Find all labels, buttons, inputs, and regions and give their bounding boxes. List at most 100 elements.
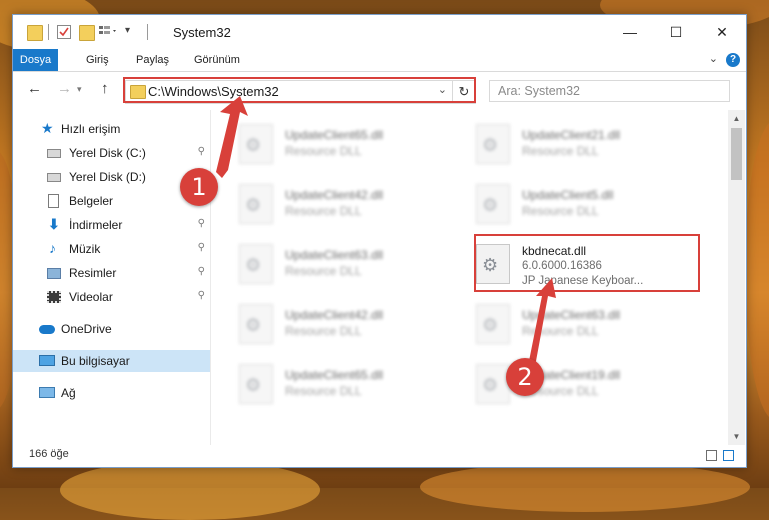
sidebar-item-label: Resimler bbox=[69, 266, 117, 280]
star-icon: ★ bbox=[41, 120, 54, 136]
dll-file-icon bbox=[476, 184, 510, 224]
up-button[interactable]: ↑ bbox=[101, 80, 109, 97]
scrollbar-thumb[interactable] bbox=[731, 128, 742, 180]
tiles-view-icon[interactable] bbox=[723, 450, 734, 461]
background-leaf bbox=[60, 460, 320, 520]
download-icon: ⬇ bbox=[48, 216, 60, 232]
vertical-scrollbar[interactable]: ▲ ▼ bbox=[728, 110, 745, 445]
details-view-icon[interactable] bbox=[706, 450, 717, 461]
sidebar-item-label: Yerel Disk (C:) bbox=[69, 146, 146, 160]
background-leaf bbox=[745, 120, 769, 420]
sidebar-item-music[interactable]: ♪ Müzik ⚲ bbox=[13, 238, 210, 260]
step-2-badge: 2 bbox=[506, 358, 544, 396]
pin-icon: ⚲ bbox=[197, 266, 205, 277]
file-name: UpdateClient63.dll bbox=[522, 308, 621, 322]
properties-icon[interactable] bbox=[57, 25, 71, 39]
sidebar-item-label: Belgeler bbox=[69, 194, 114, 208]
videos-icon bbox=[47, 291, 61, 303]
file-name: UpdateClient65.dll bbox=[285, 368, 384, 382]
file-item[interactable]: UpdateClient42.dll Resource DLL bbox=[211, 300, 441, 350]
navigation-bar: ← → ▾ ↑ C:\Windows\System32 ⌄ ↻ Ara: Sys… bbox=[13, 72, 746, 106]
file-type: Resource DLL bbox=[285, 384, 362, 398]
file-type: Resource DLL bbox=[285, 144, 362, 158]
sidebar-item-label: OneDrive bbox=[61, 322, 112, 336]
maximize-button[interactable]: ☐ bbox=[653, 15, 699, 49]
sidebar-item-label: İndirmeler bbox=[69, 218, 123, 232]
file-name: UpdateClient21.dll bbox=[522, 128, 621, 142]
pin-icon: ⚲ bbox=[197, 218, 205, 229]
scroll-down-icon[interactable]: ▼ bbox=[728, 428, 745, 445]
file-item[interactable]: UpdateClient19.dll Resource DLL bbox=[448, 360, 678, 410]
cloud-icon bbox=[39, 325, 55, 334]
file-type: Resource DLL bbox=[522, 204, 599, 218]
file-type: Resource DLL bbox=[522, 324, 599, 338]
pin-icon: ⚲ bbox=[197, 242, 205, 253]
file-item[interactable]: UpdateClient5.dll Resource DLL bbox=[448, 180, 678, 230]
tab-file[interactable]: Dosya bbox=[13, 49, 58, 71]
file-name: UpdateClient42.dll bbox=[285, 188, 384, 202]
file-item[interactable]: UpdateClient63.dll Resource DLL bbox=[448, 300, 678, 350]
file-name: UpdateClient65.dll bbox=[285, 128, 384, 142]
file-item[interactable]: UpdateClient65.dll Resource DLL bbox=[211, 120, 441, 170]
sidebar-item-pictures[interactable]: Resimler ⚲ bbox=[13, 262, 210, 284]
search-input[interactable]: Ara: System32 bbox=[489, 80, 730, 102]
sidebar-item-downloads[interactable]: ⬇ İndirmeler ⚲ bbox=[13, 214, 210, 236]
file-type: Resource DLL bbox=[285, 264, 362, 278]
dll-file-icon bbox=[239, 364, 273, 404]
sidebar-item-label: Yerel Disk (D:) bbox=[69, 170, 146, 184]
scroll-up-icon[interactable]: ▲ bbox=[728, 110, 745, 127]
sidebar-item-label: Hızlı erişim bbox=[61, 122, 121, 136]
address-highlight-box bbox=[123, 77, 476, 103]
sidebar-item-videos[interactable]: Videolar ⚲ bbox=[13, 286, 210, 308]
file-type: Resource DLL bbox=[285, 204, 362, 218]
sidebar-item-label: Müzik bbox=[69, 242, 101, 256]
drive-icon bbox=[47, 173, 61, 182]
view-options-icon[interactable] bbox=[99, 25, 116, 39]
status-bar: 166 öğe bbox=[13, 445, 746, 467]
file-name: UpdateClient42.dll bbox=[285, 308, 384, 322]
tab-share[interactable]: Paylaş bbox=[125, 49, 180, 71]
ribbon-tabs: Dosya Giriş Paylaş Görünüm ⌄ ? bbox=[13, 49, 746, 72]
dll-file-icon bbox=[239, 304, 273, 344]
recent-locations-icon[interactable]: ▾ bbox=[77, 84, 82, 95]
pictures-icon bbox=[47, 268, 61, 279]
customize-toolbar-icon[interactable]: ▾ bbox=[125, 25, 139, 39]
file-highlight-box bbox=[474, 234, 700, 292]
documents-icon bbox=[48, 194, 59, 208]
separator bbox=[147, 24, 148, 40]
sidebar-item-label: Ağ bbox=[61, 386, 76, 400]
help-button[interactable]: ? bbox=[726, 53, 740, 67]
drive-icon bbox=[47, 149, 61, 158]
file-name: UpdateClient63.dll bbox=[285, 248, 384, 262]
background-leaf bbox=[420, 462, 750, 512]
file-item[interactable]: UpdateClient63.dll Resource DLL bbox=[211, 240, 441, 290]
file-type: Resource DLL bbox=[522, 144, 599, 158]
music-icon: ♪ bbox=[49, 240, 56, 256]
minimize-button[interactable]: — bbox=[607, 15, 653, 49]
file-item[interactable]: UpdateClient42.dll Resource DLL bbox=[211, 180, 441, 230]
pin-icon: ⚲ bbox=[197, 146, 205, 157]
sidebar-item-quick-access[interactable]: ★ Hızlı erişim bbox=[13, 118, 210, 140]
close-button[interactable]: ✕ bbox=[699, 15, 745, 49]
expand-ribbon-icon[interactable]: ⌄ bbox=[709, 52, 718, 65]
title-bar: ▾ System32 — ☐ ✕ bbox=[13, 15, 746, 49]
step-1-badge: 1 bbox=[180, 168, 218, 206]
sidebar-item-disk-c[interactable]: Yerel Disk (C:) ⚲ bbox=[13, 142, 210, 164]
forward-button[interactable]: → bbox=[57, 80, 72, 97]
sidebar-item-network[interactable]: Ağ bbox=[13, 382, 210, 404]
navigation-pane: ★ Hızlı erişim Yerel Disk (C:) ⚲ Yerel D… bbox=[13, 110, 211, 445]
tab-home[interactable]: Giriş bbox=[75, 49, 120, 71]
file-item[interactable]: UpdateClient21.dll Resource DLL bbox=[448, 120, 678, 170]
pin-icon: ⚲ bbox=[197, 290, 205, 301]
dll-file-icon bbox=[476, 304, 510, 344]
new-folder-icon[interactable] bbox=[79, 25, 95, 41]
file-item[interactable]: UpdateClient65.dll Resource DLL bbox=[211, 360, 441, 410]
sidebar-item-label: Bu bilgisayar bbox=[61, 354, 130, 368]
back-button[interactable]: ← bbox=[27, 80, 42, 97]
sidebar-item-this-pc[interactable]: Bu bilgisayar bbox=[13, 350, 210, 372]
network-icon bbox=[39, 387, 55, 398]
sidebar-item-onedrive[interactable]: OneDrive bbox=[13, 318, 210, 340]
dll-file-icon bbox=[239, 124, 273, 164]
file-name: UpdateClient5.dll bbox=[522, 188, 614, 202]
tab-view[interactable]: Görünüm bbox=[183, 49, 251, 71]
